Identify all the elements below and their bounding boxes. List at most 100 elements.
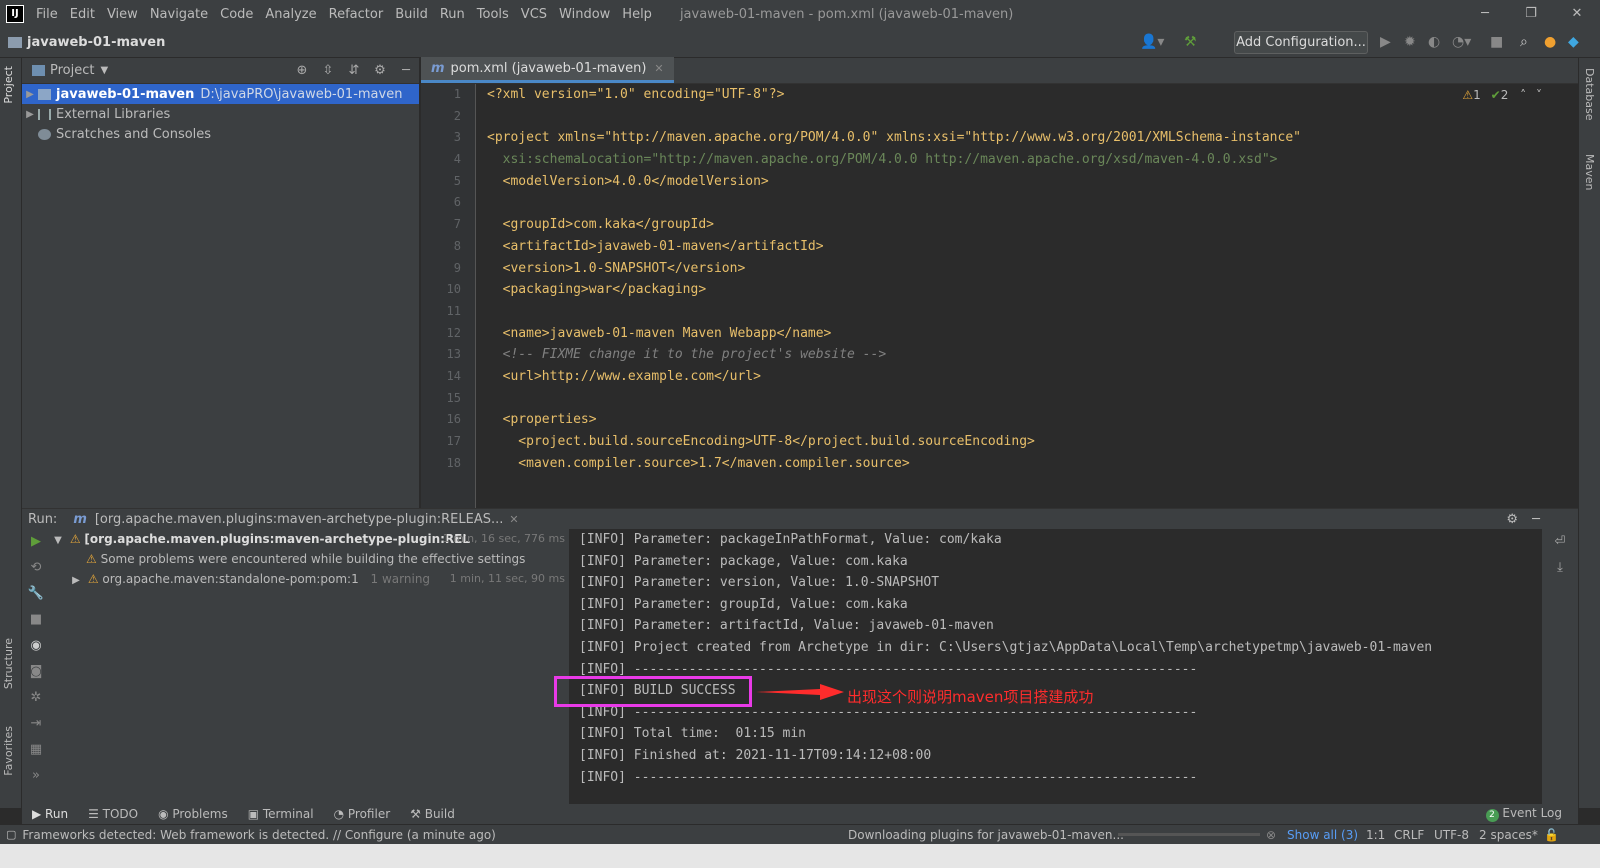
tool-tab-terminal[interactable]: ▣ Terminal — [238, 807, 324, 821]
caret-position[interactable]: 1:1 — [1366, 828, 1385, 842]
line-number: 3 — [453, 130, 461, 145]
chevron-right-icon[interactable]: ▶ — [68, 571, 84, 591]
menu-analyze[interactable]: Analyze — [259, 7, 322, 22]
menu-build[interactable]: Build — [389, 7, 434, 22]
gear-icon[interactable]: ⚙ — [367, 63, 393, 78]
indent-setting[interactable]: 2 spaces* — [1479, 828, 1538, 842]
tree-item-project-root[interactable]: ▶ javaweb-01-maven D:\javaPRO\javaweb-01… — [22, 84, 419, 104]
chevron-right-icon[interactable]: ▶ — [22, 89, 38, 100]
maven-tool-tab[interactable]: Maven — [1583, 154, 1596, 190]
hide-icon[interactable]: ─ — [393, 63, 419, 78]
structure-tool-tab[interactable]: Structure — [2, 638, 15, 689]
settings-icon[interactable]: ✲ — [22, 685, 50, 711]
menu-tools[interactable]: Tools — [471, 7, 515, 22]
tree-item-scratches[interactable]: Scratches and Consoles — [22, 124, 419, 144]
tree-item[interactable]: ⚠ Some problems were encountered while b… — [50, 549, 569, 569]
restore-icon[interactable]: ❐ — [1508, 0, 1554, 28]
hide-icon[interactable]: ─ — [1532, 512, 1540, 527]
soft-wrap-icon[interactable]: ⏎ — [1542, 529, 1578, 555]
tab-label: pom.xml (javaweb-01-maven) — [450, 61, 647, 76]
console-output[interactable]: [INFO] Parameter: packageInPathFormat, V… — [571, 529, 1541, 801]
cancel-icon[interactable]: ⊗ — [1266, 828, 1276, 842]
window-icon[interactable]: ▢ — [6, 828, 16, 841]
gear-icon[interactable]: ⚙ — [1506, 512, 1518, 527]
user-icon[interactable]: 👤▾ — [1140, 34, 1164, 50]
code-editor[interactable]: <?xml version="1.0" encoding="UTF-8"?> <… — [479, 84, 1578, 508]
project-tool-tab[interactable]: Project — [2, 66, 15, 104]
run-tab[interactable]: [org.apache.maven.plugins:maven-archetyp… — [95, 512, 504, 527]
chevron-down-icon[interactable]: ▼ — [50, 531, 66, 551]
database-tool-tab[interactable]: Database — [1583, 68, 1596, 121]
tool-tab-label: Profiler — [347, 807, 391, 821]
tree-item[interactable]: ▶ ⚠ org.apache.maven:standalone-pom:pom:… — [50, 569, 569, 589]
tool-tab-event-log[interactable]: 2 Event Log — [1485, 806, 1578, 822]
tree-item[interactable]: ▼ ⚠ [org.apache.maven.plugins:maven-arch… — [50, 529, 569, 549]
file-encoding[interactable]: UTF-8 — [1434, 828, 1469, 842]
tree-item-time: 1 min, 11 sec, 90 ms — [449, 572, 565, 585]
close-icon[interactable]: ✕ — [1554, 0, 1600, 28]
project-view-icon — [32, 65, 45, 76]
tool-tab-todo[interactable]: ☰ TODO — [78, 807, 148, 821]
toolbox-icon[interactable]: ◆ — [1568, 34, 1579, 50]
menu-navigate[interactable]: Navigate — [144, 7, 214, 22]
inspection-widget[interactable]: ⚠1 ✔2 ˄ ˅ — [1462, 88, 1542, 102]
search-icon[interactable]: ⌕ — [1520, 34, 1528, 50]
build-hammer-icon[interactable]: ⚒ — [1184, 34, 1197, 50]
tool-tab-profiler[interactable]: ◔ Profiler — [324, 807, 401, 821]
menu-vcs[interactable]: VCS — [515, 7, 553, 22]
lock-icon[interactable]: 🔓 — [1544, 828, 1559, 842]
run-icon[interactable]: ▶ — [1380, 34, 1391, 50]
expand-all-icon[interactable]: ⇳ — [315, 63, 341, 78]
export-icon[interactable]: ⇥ — [22, 711, 50, 737]
menu-window[interactable]: Window — [553, 7, 616, 22]
locate-icon[interactable]: ⊕ — [289, 63, 315, 78]
eye-icon[interactable]: ◉ — [22, 633, 50, 659]
breadcrumb[interactable]: javaweb-01-maven — [8, 35, 165, 50]
stop-icon[interactable]: ■ — [22, 607, 50, 633]
taskbar-strip — [0, 844, 1600, 868]
coverage-icon[interactable]: ◐ — [1428, 34, 1440, 50]
rerun-failed-icon[interactable]: ⟲ — [22, 555, 50, 581]
status-message[interactable]: Frameworks detected: Web framework is de… — [22, 828, 495, 842]
menu-edit[interactable]: Edit — [64, 7, 101, 22]
update-icon[interactable]: ● — [1544, 34, 1556, 50]
tree-item-external-libraries[interactable]: ▶ External Libraries — [22, 104, 419, 124]
stop-icon[interactable]: ■ — [1490, 34, 1503, 50]
close-tab-icon[interactable]: ✕ — [509, 513, 518, 526]
code-line: <maven.compiler.source>1.7</maven.compil… — [487, 455, 910, 471]
navigation-bar: javaweb-01-maven 👤▾ ⚒ Add Configuration.… — [0, 28, 1600, 58]
chevron-down-icon[interactable]: ˅ — [1536, 88, 1542, 102]
tool-tab-run[interactable]: ▶ Run — [22, 807, 78, 821]
minimize-icon[interactable]: ─ — [1462, 0, 1508, 28]
layout-icon[interactable]: ▦ — [22, 737, 50, 763]
show-all-link[interactable]: Show all (3) — [1287, 828, 1358, 842]
tree-item-label: org.apache.maven:standalone-pom:pom:1 — [102, 572, 359, 586]
line-separator[interactable]: CRLF — [1394, 828, 1424, 842]
chevron-right-icon[interactable]: ▶ — [22, 109, 38, 120]
camera-icon[interactable]: ◙ — [22, 659, 50, 685]
menu-view[interactable]: View — [101, 7, 144, 22]
tool-tab-build[interactable]: ⚒ Build — [400, 807, 465, 821]
tab-pom-xml[interactable]: m pom.xml (javaweb-01-maven) ✕ — [421, 57, 674, 83]
scroll-to-end-icon[interactable]: ⤓ — [1542, 555, 1578, 581]
annotation-arrow-icon — [756, 684, 844, 700]
menu-file[interactable]: File — [30, 7, 64, 22]
chevron-up-icon[interactable]: ˄ — [1520, 88, 1526, 102]
menu-refactor[interactable]: Refactor — [323, 7, 390, 22]
menu-run[interactable]: Run — [434, 7, 471, 22]
favorites-tool-tab[interactable]: Favorites — [2, 726, 15, 776]
profile-icon[interactable]: ◔▾ — [1452, 34, 1471, 50]
menu-code[interactable]: Code — [214, 7, 259, 22]
menu-help[interactable]: Help — [616, 7, 658, 22]
debug-icon[interactable]: ✹ — [1404, 34, 1416, 50]
wrench-icon[interactable]: 🔧 — [22, 581, 50, 607]
collapse-all-icon[interactable]: ⇵ — [341, 63, 367, 78]
tool-tab-problems[interactable]: ◉ Problems — [148, 807, 238, 821]
rerun-icon[interactable]: ▶ — [22, 529, 50, 555]
more-icon[interactable]: » — [22, 763, 50, 789]
add-configuration-button[interactable]: Add Configuration... — [1234, 31, 1368, 54]
chevron-down-icon[interactable]: ▼ — [100, 65, 108, 76]
background-task-label[interactable]: Downloading plugins for javaweb-01-maven… — [848, 828, 1124, 842]
close-tab-icon[interactable]: ✕ — [654, 62, 663, 75]
project-view-selector[interactable]: Project — [50, 63, 94, 78]
